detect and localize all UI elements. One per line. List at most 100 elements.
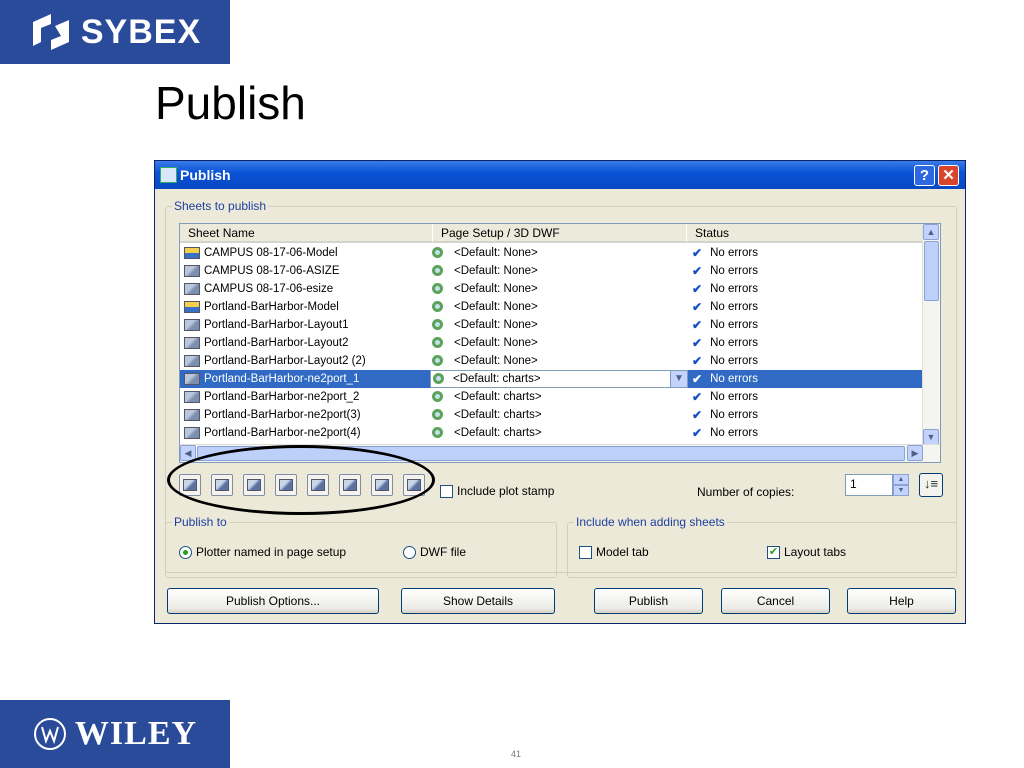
- sheet-status: No errors: [710, 319, 758, 331]
- sheet-row[interactable]: Portland-BarHarbor-ne2port(4) <Default: …: [180, 424, 924, 442]
- sheet-row[interactable]: CAMPUS 08-17-06-ASIZE <Default: None> ✔ …: [180, 262, 924, 280]
- publish-button[interactable]: Publish: [594, 588, 703, 614]
- chevron-down-icon[interactable]: ▼: [670, 371, 687, 387]
- model-icon: [184, 247, 200, 259]
- sheet-row[interactable]: Portland-BarHarbor-ne2port(3) <Default: …: [180, 406, 924, 424]
- cancel-button[interactable]: Cancel: [721, 588, 830, 614]
- sheet-name: Portland-BarHarbor-Layout1: [204, 319, 349, 331]
- spin-down-icon[interactable]: ▼: [893, 485, 909, 496]
- checkmark-icon: ✔: [692, 300, 703, 314]
- column-header-sheet-name[interactable]: Sheet Name: [180, 224, 432, 243]
- toolbar-highlight-oval: [167, 445, 435, 515]
- sheet-status: No errors: [710, 265, 758, 277]
- dialog-titlebar[interactable]: Publish ? ✕: [155, 161, 965, 189]
- page-setup-icon: [430, 318, 446, 332]
- copies-input[interactable]: 1: [845, 474, 893, 496]
- page-setup-combo[interactable]: <Default: charts> ▼: [430, 370, 688, 388]
- layout-icon: [184, 337, 200, 349]
- sheet-rows: CAMPUS 08-17-06-Model <Default: None> ✔ …: [180, 244, 924, 442]
- page-number: 41: [511, 749, 522, 759]
- show-details-button[interactable]: Show Details: [401, 588, 555, 614]
- sheets-group-label: Sheets to publish: [172, 199, 269, 213]
- help-button[interactable]: Help: [847, 588, 956, 614]
- sheet-status: No errors: [710, 391, 758, 403]
- sheets-list[interactable]: Sheet Name Page Setup / 3D DWF Status CA…: [179, 223, 941, 463]
- page-setup-value: <Default: None>: [454, 355, 538, 367]
- sheet-row[interactable]: Portland-BarHarbor-Layout1 <Default: Non…: [180, 316, 924, 334]
- copies-spinner[interactable]: ▲ ▼: [893, 474, 909, 496]
- page-setup-icon: [430, 390, 446, 404]
- model-tab-checkbox[interactable]: [579, 546, 592, 559]
- scroll-right-button[interactable]: ▶: [907, 445, 923, 461]
- include-plot-stamp-checkbox[interactable]: [440, 485, 453, 498]
- checkmark-icon: ✔: [692, 426, 703, 440]
- sheet-row[interactable]: Portland-BarHarbor-ne2port_1 <Default: c…: [180, 370, 924, 388]
- publish-dialog: Publish ? ✕ Sheets to publish Sheet Name…: [154, 160, 966, 624]
- checkmark-icon: ✔: [692, 390, 703, 404]
- column-header-page-setup[interactable]: Page Setup / 3D DWF: [432, 224, 686, 243]
- page-setup-value: <Default: None>: [454, 283, 538, 295]
- page-setup-value: <Default: charts>: [454, 427, 542, 439]
- sheet-status: No errors: [710, 247, 758, 259]
- page-setup-value: <Default: charts>: [454, 409, 542, 421]
- layout-icon: [184, 391, 200, 403]
- page-setup-icon: [430, 246, 446, 260]
- sheet-name: Portland-BarHarbor-ne2port(4): [204, 427, 361, 439]
- page-setup-value: <Default: charts>: [453, 373, 541, 385]
- layout-icon: [184, 373, 200, 385]
- include-plot-stamp-label: Include plot stamp: [457, 484, 555, 498]
- sheet-row[interactable]: CAMPUS 08-17-06-Model <Default: None> ✔ …: [180, 244, 924, 262]
- scroll-down-button[interactable]: ▼: [923, 429, 939, 445]
- sheet-status: No errors: [710, 427, 758, 439]
- scroll-up-button[interactable]: ▲: [923, 224, 939, 240]
- sheet-row[interactable]: Portland-BarHarbor-Model <Default: None>…: [180, 298, 924, 316]
- sheet-row[interactable]: Portland-BarHarbor-Layout2 <Default: Non…: [180, 334, 924, 352]
- sheet-status: No errors: [710, 337, 758, 349]
- sheet-row[interactable]: CAMPUS 08-17-06-esize <Default: None> ✔ …: [180, 280, 924, 298]
- sheet-name: CAMPUS 08-17-06-Model: [204, 247, 338, 259]
- layout-icon: [184, 409, 200, 421]
- page-setup-value: <Default: None>: [454, 265, 538, 277]
- page-setup-value: <Default: None>: [454, 337, 538, 349]
- sheet-name: Portland-BarHarbor-ne2port(3): [204, 409, 361, 421]
- sybex-mark-icon: [32, 14, 69, 50]
- sheet-row[interactable]: Portland-BarHarbor-ne2port_2 <Default: c…: [180, 388, 924, 406]
- sybex-logo: SYBEX: [0, 0, 230, 64]
- layout-icon: [184, 355, 200, 367]
- sheet-status: No errors: [710, 373, 758, 385]
- plotter-option-label: Plotter named in page setup: [196, 545, 347, 559]
- spin-up-icon[interactable]: ▲: [893, 474, 909, 485]
- model-tab-label: Model tab: [596, 545, 649, 559]
- close-button[interactable]: ✕: [938, 165, 959, 186]
- dwf-file-radio[interactable]: [403, 546, 416, 559]
- checkmark-icon: ✔: [692, 372, 703, 386]
- sheet-name: Portland-BarHarbor-ne2port_1: [204, 373, 360, 385]
- page-setup-icon: [430, 300, 446, 314]
- publish-app-icon: [160, 167, 177, 183]
- sheet-name: Portland-BarHarbor-ne2port_2: [204, 391, 360, 403]
- dwf-file-label: DWF file: [420, 545, 466, 559]
- layout-tabs-label: Layout tabs: [784, 545, 847, 559]
- checkmark-icon: ✔: [692, 408, 703, 422]
- layout-tabs-checkbox[interactable]: ✔: [767, 546, 780, 559]
- help-title-button[interactable]: ?: [914, 165, 935, 186]
- dialog-title: Publish: [180, 167, 231, 183]
- publish-options-button[interactable]: Publish Options...: [167, 588, 379, 614]
- page-setup-value: <Default: charts>: [454, 391, 542, 403]
- page-setup-icon: [430, 408, 446, 422]
- vertical-scroll-thumb[interactable]: [924, 241, 939, 301]
- checkmark-icon: ✔: [692, 282, 703, 296]
- plotter-radio[interactable]: [179, 546, 192, 559]
- sheet-status: No errors: [710, 283, 758, 295]
- page-setup-value: <Default: None>: [454, 319, 538, 331]
- vertical-scrollbar[interactable]: ▲ ▼: [922, 224, 940, 446]
- sheet-status: No errors: [710, 301, 758, 313]
- include-group-label: Include when adding sheets: [574, 515, 727, 529]
- sheet-name: CAMPUS 08-17-06-esize: [204, 283, 334, 295]
- sheet-row[interactable]: Portland-BarHarbor-Layout2 (2) <Default:…: [180, 352, 924, 370]
- sort-list-button[interactable]: ↓≡: [919, 473, 943, 497]
- page-setup-value: <Default: None>: [454, 301, 538, 313]
- checkmark-icon: ✔: [692, 354, 703, 368]
- column-header-status[interactable]: Status: [686, 224, 926, 243]
- slide-title: Publish: [155, 77, 306, 129]
